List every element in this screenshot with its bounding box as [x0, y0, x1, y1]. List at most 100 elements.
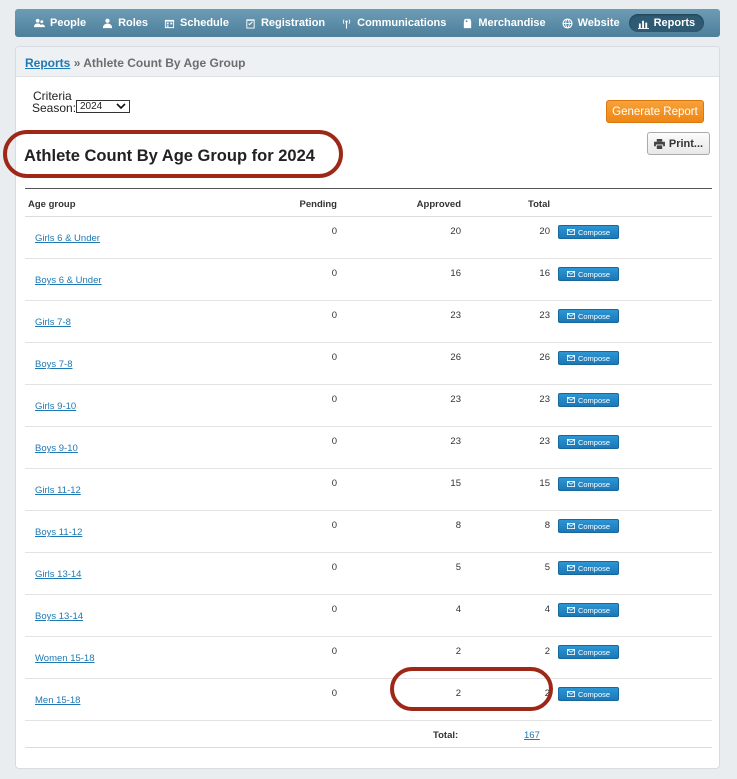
compose-label: Compose: [577, 605, 611, 615]
total-count: 20: [539, 226, 550, 237]
pending-count: 0: [331, 268, 337, 279]
table-footer: Total: 167: [25, 721, 712, 748]
nav-item-reports[interactable]: Reports: [628, 14, 705, 32]
approved-count: 16: [450, 268, 461, 279]
footer-total-value[interactable]: 167: [524, 730, 540, 741]
approved-count: 23: [450, 394, 461, 405]
print-button[interactable]: Print...: [647, 132, 710, 155]
header-age-group: Age group: [28, 199, 76, 210]
envelope-icon: [566, 397, 575, 403]
compose-button[interactable]: Compose: [558, 645, 619, 659]
footer-total-label: Total:: [433, 730, 459, 741]
breadcrumb-separator: »: [73, 56, 81, 70]
envelope-icon: [566, 691, 575, 697]
pending-count: 0: [331, 562, 337, 573]
total-count: 2: [544, 646, 550, 657]
compose-button[interactable]: Compose: [558, 435, 619, 449]
envelope-icon: [566, 523, 575, 529]
table-row: Girls 13-14 0 5 5 Compose: [25, 553, 712, 595]
table-row: Boys 6 & Under 0 16 16 Compose: [25, 259, 712, 301]
pending-count: 0: [331, 352, 337, 363]
envelope-icon: [566, 271, 575, 277]
age-group-link[interactable]: Men 15-18: [35, 695, 80, 706]
pending-count: 0: [331, 478, 337, 489]
compose-button[interactable]: Compose: [558, 477, 619, 491]
total-count: 4: [544, 604, 550, 615]
season-select[interactable]: 2024: [76, 100, 130, 113]
age-group-link[interactable]: Girls 6 & Under: [35, 233, 100, 244]
bar-chart-icon: [637, 20, 649, 29]
approved-count: 15: [450, 478, 461, 489]
nav-item-merchandise[interactable]: Merchandise: [455, 14, 552, 32]
nav-item-schedule[interactable]: Schedule: [157, 14, 236, 32]
envelope-icon: [566, 229, 575, 235]
compose-button[interactable]: Compose: [558, 603, 619, 617]
age-group-link[interactable]: Girls 13-14: [35, 569, 81, 580]
compose-button[interactable]: Compose: [558, 519, 619, 533]
tag-icon: [464, 18, 472, 28]
total-count: 26: [539, 352, 550, 363]
total-count: 23: [539, 310, 550, 321]
compose-button[interactable]: Compose: [558, 561, 619, 575]
age-group-link[interactable]: Girls 11-12: [35, 485, 81, 496]
age-group-link[interactable]: Boys 6 & Under: [35, 275, 102, 286]
age-group-link[interactable]: Boys 9-10: [35, 443, 78, 454]
approved-count: 20: [450, 226, 461, 237]
generate-report-button[interactable]: Generate Report: [606, 100, 704, 123]
age-group-link[interactable]: Girls 9-10: [35, 401, 76, 412]
age-group-link[interactable]: Boys 13-14: [35, 611, 83, 622]
pending-count: 0: [331, 520, 337, 531]
table-row: Girls 6 & Under 0 20 20 Compose: [25, 217, 712, 259]
table-row: Girls 7-8 0 23 23 Compose: [25, 301, 712, 343]
table-row: Boys 9-10 0 23 23 Compose: [25, 427, 712, 469]
age-group-link[interactable]: Girls 7-8: [35, 317, 71, 328]
pending-count: 0: [331, 646, 337, 657]
approved-count: 4: [455, 604, 461, 615]
approved-count: 26: [450, 352, 461, 363]
nav-item-label: Schedule: [180, 17, 229, 29]
age-group-link[interactable]: Boys 7-8: [35, 359, 73, 370]
compose-label: Compose: [577, 689, 611, 699]
header-pending: Pending: [299, 199, 337, 210]
table-row: Boys 7-8 0 26 26 Compose: [25, 343, 712, 385]
total-count: 16: [539, 268, 550, 279]
compose-label: Compose: [577, 353, 611, 363]
globe-icon: [562, 17, 573, 29]
season-label: Season:: [32, 101, 77, 115]
nav-item-website[interactable]: Website: [555, 14, 627, 32]
table-row: Men 15-18 0 2 2 Compose: [25, 679, 712, 721]
pending-count: 0: [331, 394, 337, 405]
compose-label: Compose: [577, 563, 611, 573]
chevron-down-icon: [116, 103, 126, 110]
nav-item-people[interactable]: People: [27, 14, 93, 32]
table-row: Girls 11-12 0 15 15 Compose: [25, 469, 712, 511]
age-group-link[interactable]: Boys 11-12: [35, 527, 82, 538]
nav-item-communications[interactable]: Communications: [334, 14, 453, 32]
total-count: 23: [539, 394, 550, 405]
nav-item-registration[interactable]: Registration: [238, 14, 332, 32]
nav-item-label: Website: [577, 17, 620, 29]
compose-button[interactable]: Compose: [558, 309, 619, 323]
top-nav: People Roles Schedule Registration Commu…: [15, 9, 720, 37]
season-select-value: 2024: [80, 101, 103, 112]
pending-count: 0: [331, 604, 337, 615]
age-group-link[interactable]: Women 15-18: [35, 653, 95, 664]
compose-label: Compose: [577, 227, 611, 237]
total-count: 8: [544, 520, 550, 531]
broadcast-icon: [343, 18, 351, 29]
table-body: Girls 6 & Under 0 20 20 Compose Boys 6 & Unde…: [25, 217, 712, 721]
nav-item-label: Merchandise: [478, 17, 546, 29]
breadcrumb-reports-link[interactable]: Reports: [25, 56, 70, 70]
compose-button[interactable]: Compose: [558, 351, 619, 365]
total-count: 5: [544, 562, 550, 573]
nav-item-roles[interactable]: Roles: [95, 14, 155, 32]
compose-button[interactable]: Compose: [558, 225, 619, 239]
compose-label: Compose: [577, 395, 611, 405]
compose-button[interactable]: Compose: [558, 393, 619, 407]
compose-button[interactable]: Compose: [558, 687, 619, 701]
pending-count: 0: [331, 310, 337, 321]
total-highlight-oval: [390, 667, 553, 711]
total-count: 15: [539, 478, 550, 489]
compose-button[interactable]: Compose: [558, 267, 619, 281]
envelope-icon: [566, 481, 575, 487]
